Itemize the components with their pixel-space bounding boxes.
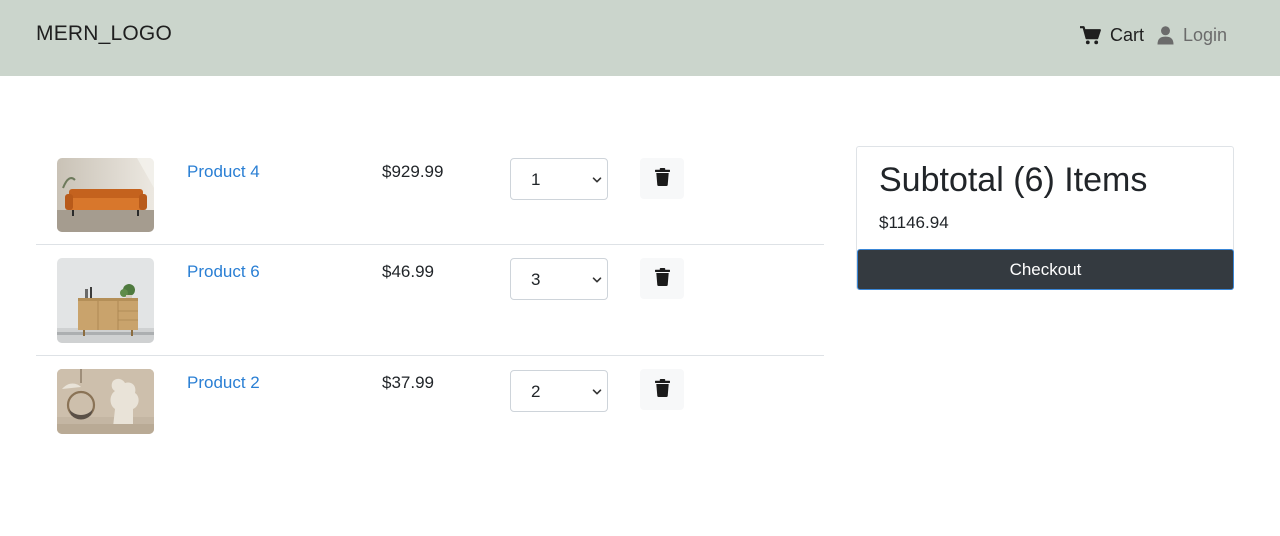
trash-icon xyxy=(654,379,670,400)
navbar: MERN_LOGO Cart Login xyxy=(0,0,1280,76)
shopping-cart-icon xyxy=(1080,25,1101,45)
product-link[interactable]: Product 6 xyxy=(187,262,260,282)
cart-item-row: Product 6 $46.99 3 xyxy=(36,246,824,356)
order-summary-card: Subtotal (6) Items $1146.94 Checkout xyxy=(856,146,1234,290)
product-image-hanging-chair[interactable] xyxy=(57,369,154,434)
cart-item-row: Product 2 $37.99 2 xyxy=(36,357,824,447)
product-price: $929.99 xyxy=(382,162,444,181)
user-icon xyxy=(1157,25,1174,45)
checkout-button[interactable]: Checkout xyxy=(857,249,1234,290)
remove-item-button[interactable] xyxy=(640,369,684,410)
product-link[interactable]: Product 2 xyxy=(187,373,260,393)
product-image-dresser[interactable] xyxy=(57,258,154,343)
remove-item-button[interactable] xyxy=(640,158,684,199)
product-price: $46.99 xyxy=(382,262,434,281)
remove-item-button[interactable] xyxy=(640,258,684,299)
quantity-select[interactable]: 2 xyxy=(510,370,608,412)
brand-logo[interactable]: MERN_LOGO xyxy=(36,22,172,46)
subtotal-amount: $1146.94 xyxy=(879,213,949,232)
subtotal-heading: Subtotal (6) Items xyxy=(879,161,1148,199)
nav-cart-link[interactable]: Cart xyxy=(1080,22,1144,48)
product-link[interactable]: Product 4 xyxy=(187,162,260,182)
quantity-select[interactable]: 3 xyxy=(510,258,608,300)
product-price: $37.99 xyxy=(382,373,434,392)
nav-login-link[interactable]: Login xyxy=(1157,22,1227,48)
nav-login-label: Login xyxy=(1183,24,1228,45)
quantity-select[interactable]: 1 xyxy=(510,158,608,200)
trash-icon xyxy=(654,168,670,189)
cart-item-row: Product 4 $929.99 1 xyxy=(36,146,824,245)
trash-icon xyxy=(654,268,670,289)
product-image-sofa[interactable] xyxy=(57,158,154,232)
nav-cart-label: Cart xyxy=(1110,24,1145,45)
